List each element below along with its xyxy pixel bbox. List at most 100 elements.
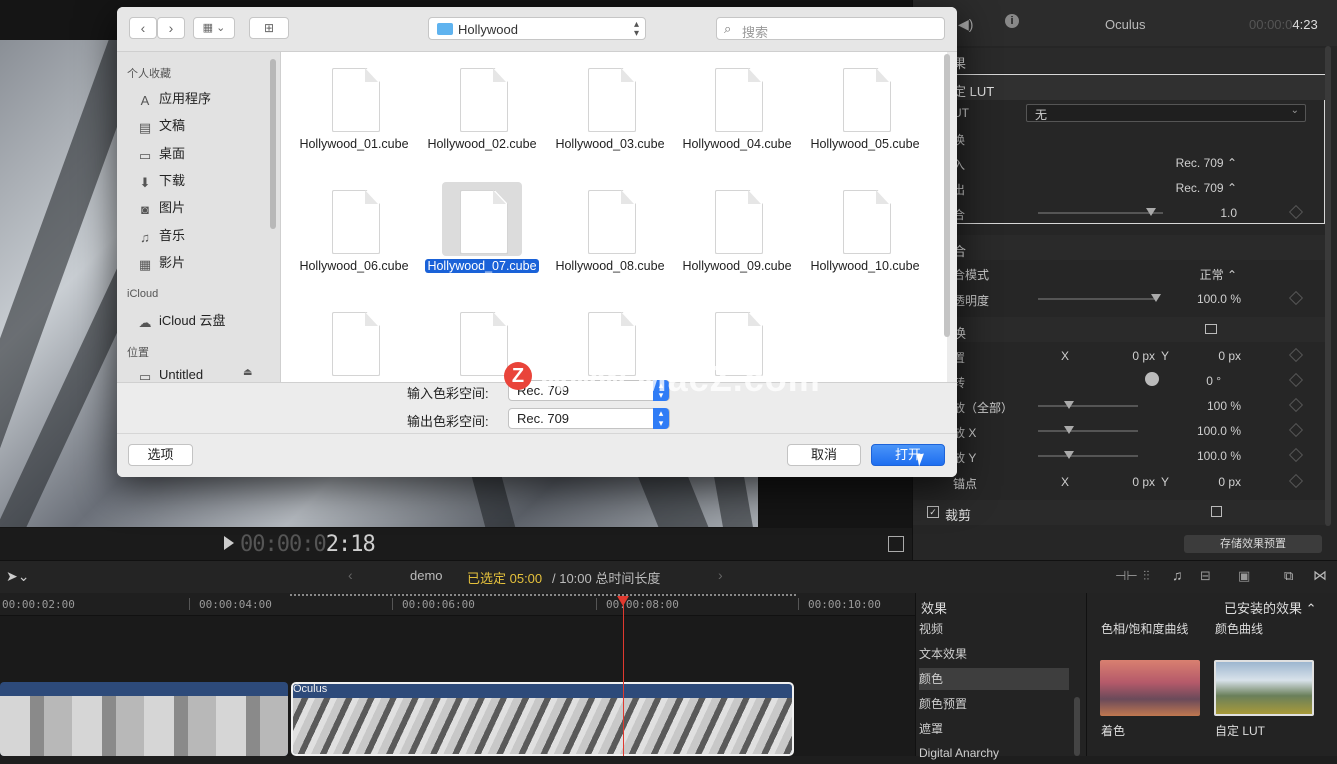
opacity-keyframe-icon[interactable] [1288, 290, 1304, 306]
sidebar-item-applications[interactable]: A 应用程序 [137, 88, 211, 108]
play-icon[interactable] [224, 536, 234, 550]
category-digital-anarchy[interactable]: Digital Anarchy [919, 742, 1069, 764]
transform-header[interactable]: 换 [913, 317, 1325, 342]
category-color-presets[interactable]: 颜色预置 [919, 693, 1069, 715]
effect-name[interactable]: 色相/饱和度曲线 [1101, 620, 1188, 637]
sidebar-item-movies[interactable]: ▦ 影片 [137, 252, 185, 272]
audio-skimming-icon[interactable]: ⫶⫶ [1143, 568, 1150, 584]
new-folder-button[interactable]: ⊞ [249, 17, 289, 39]
sidebar-item-music[interactable]: ♫ 音乐 [137, 225, 185, 245]
mix-slider-knob[interactable] [1145, 208, 1156, 216]
sidebar-item-downloads[interactable]: ⬇ 下载 [137, 170, 185, 190]
effect-caption[interactable]: 自定 LUT [1215, 722, 1265, 739]
back-button[interactable]: ‹ [129, 17, 157, 39]
mix-keyframe-icon[interactable] [1288, 204, 1304, 220]
scale-x-slider[interactable] [1038, 426, 1138, 434]
effects-section-header[interactable]: 果 [913, 48, 1325, 73]
sidebar-item-documents[interactable]: ▤ 文稿 [137, 115, 185, 135]
headphones-icon[interactable]: ♫ [1172, 567, 1183, 583]
blend-mode-popup[interactable]: 正常 ⌃ [1163, 266, 1237, 283]
blend-mode-row: 合模式 正常 ⌃ [953, 266, 1237, 283]
output-popup[interactable]: Rec. 709 ⌃ [1143, 181, 1237, 195]
scale-all-value[interactable]: 100 % [1163, 399, 1241, 413]
forward-button[interactable]: › [157, 17, 185, 39]
search-field[interactable]: ⌕ 搜索 [716, 17, 945, 40]
anchor-keyframe-icon[interactable] [1288, 473, 1304, 489]
rotation-keyframe-icon[interactable] [1288, 372, 1304, 388]
custom-lut-header[interactable]: 定 LUT [913, 75, 1325, 100]
scale-x-keyframe-icon[interactable] [1288, 422, 1304, 438]
music-icon: ♫ [140, 230, 150, 245]
clip-settings-icon[interactable]: ▣ [1238, 568, 1250, 584]
scale-y-slider[interactable] [1038, 451, 1138, 459]
category-video[interactable]: 视频 [919, 618, 1069, 640]
scale-y-knob[interactable] [1064, 451, 1074, 459]
output-color-space-popup[interactable]: Rec. 709 ▴ ▾ [508, 408, 670, 429]
info-icon[interactable]: i [1005, 14, 1019, 28]
lut-row: UT 无 ⌄ [913, 100, 1325, 125]
snapping-icon[interactable]: ⊟ [1200, 568, 1211, 584]
input-popup[interactable]: Rec. 709 ⌃ [1143, 156, 1237, 170]
sidebar-item-desktop[interactable]: ▭ 桌面 [137, 143, 185, 163]
timeline-clip-selected[interactable] [291, 682, 794, 756]
position-keyframe-icon[interactable] [1288, 347, 1304, 363]
sidebar-item-pictures[interactable]: ◙ 图片 [137, 197, 185, 217]
scale-all-keyframe-icon[interactable] [1288, 397, 1304, 413]
crop-checkbox[interactable]: ✓ [927, 506, 939, 518]
select-tool-icon[interactable]: ➤⌄ [6, 568, 29, 585]
scale-x-knob[interactable] [1064, 426, 1074, 434]
clip-appearance-icon[interactable]: ⊣⊢ [1115, 568, 1138, 584]
browser-toggle-icon[interactable]: ⧉ [1284, 568, 1293, 584]
cancel-button[interactable]: 取消 [787, 444, 861, 466]
sidebar-scrollbar[interactable] [270, 59, 276, 229]
category-scrollbar[interactable] [1074, 697, 1080, 756]
playhead[interactable] [623, 596, 624, 756]
effect-thumbnail-colorize[interactable] [1100, 660, 1200, 716]
category-masks[interactable]: 遮罩 [919, 718, 1069, 740]
sidebar-item-icloud-drive[interactable]: ☁ iCloud 云盘 [137, 310, 226, 330]
scale-y-value[interactable]: 100.0 % [1163, 449, 1241, 463]
back-icon[interactable]: ‹ [348, 567, 353, 583]
category-color[interactable]: 颜色 [919, 668, 1069, 690]
transform-onscreen-icon[interactable] [1205, 324, 1217, 334]
clip-filmstrip [293, 698, 792, 754]
view-mode-button[interactable]: ▦ ⌄ [193, 17, 235, 39]
mix-value[interactable]: 1.0 [1163, 206, 1237, 220]
file-grid-scrollbar[interactable] [944, 54, 950, 337]
mix-slider[interactable] [1038, 208, 1163, 216]
scale-x-value[interactable]: 100.0 % [1163, 424, 1241, 438]
movies-icon: ▦ [138, 257, 152, 272]
effect-name[interactable]: 颜色曲线 [1215, 620, 1263, 637]
scale-y-keyframe-icon[interactable] [1288, 447, 1304, 463]
lut-popup[interactable]: 无 ⌄ [1026, 104, 1306, 122]
installed-effects-popup[interactable]: 已安装的效果 ⌃ [1224, 598, 1317, 617]
crop-onscreen-icon[interactable] [1211, 506, 1222, 517]
opacity-value[interactable]: 100.0 % [1163, 292, 1241, 306]
opacity-slider-knob[interactable] [1151, 294, 1161, 302]
anchor-x-value[interactable]: 0 px [1083, 475, 1155, 489]
category-text-effects[interactable]: 文本效果 [919, 643, 1069, 665]
location-popup[interactable]: Hollywood ▴ ▾ [428, 17, 646, 40]
eject-icon[interactable]: ⏏ [243, 367, 252, 378]
scale-all-slider[interactable] [1038, 401, 1138, 409]
opacity-slider[interactable] [1038, 294, 1161, 302]
compositing-header[interactable]: 合 [913, 235, 1325, 260]
crop-header[interactable]: ✓ 裁剪 [913, 500, 1325, 525]
effect-thumbnail-custom-lut[interactable] [1214, 660, 1314, 716]
rotation-dial[interactable] [1145, 372, 1159, 386]
open-button[interactable]: 打开 [871, 444, 945, 466]
options-button[interactable]: 选项 [128, 444, 193, 466]
speaker-icon[interactable]: ◀) [958, 16, 973, 33]
fullscreen-icon[interactable] [888, 536, 904, 552]
effect-caption[interactable]: 着色 [1101, 722, 1125, 739]
forward-icon[interactable]: › [718, 567, 723, 583]
timeline-clip[interactable] [0, 682, 288, 756]
inspector-scrollbar[interactable] [1325, 46, 1331, 526]
position-y-value[interactable]: 0 px [1171, 349, 1241, 363]
save-effects-preset-button[interactable]: 存储效果预置 [1184, 535, 1322, 553]
anchor-y-value[interactable]: 0 px [1171, 475, 1241, 489]
transitions-icon[interactable]: ⋈ [1313, 567, 1327, 584]
rotation-value[interactable]: 0 ° [1171, 374, 1221, 388]
position-x-value[interactable]: 0 px [1083, 349, 1155, 363]
scale-all-knob[interactable] [1064, 401, 1074, 409]
